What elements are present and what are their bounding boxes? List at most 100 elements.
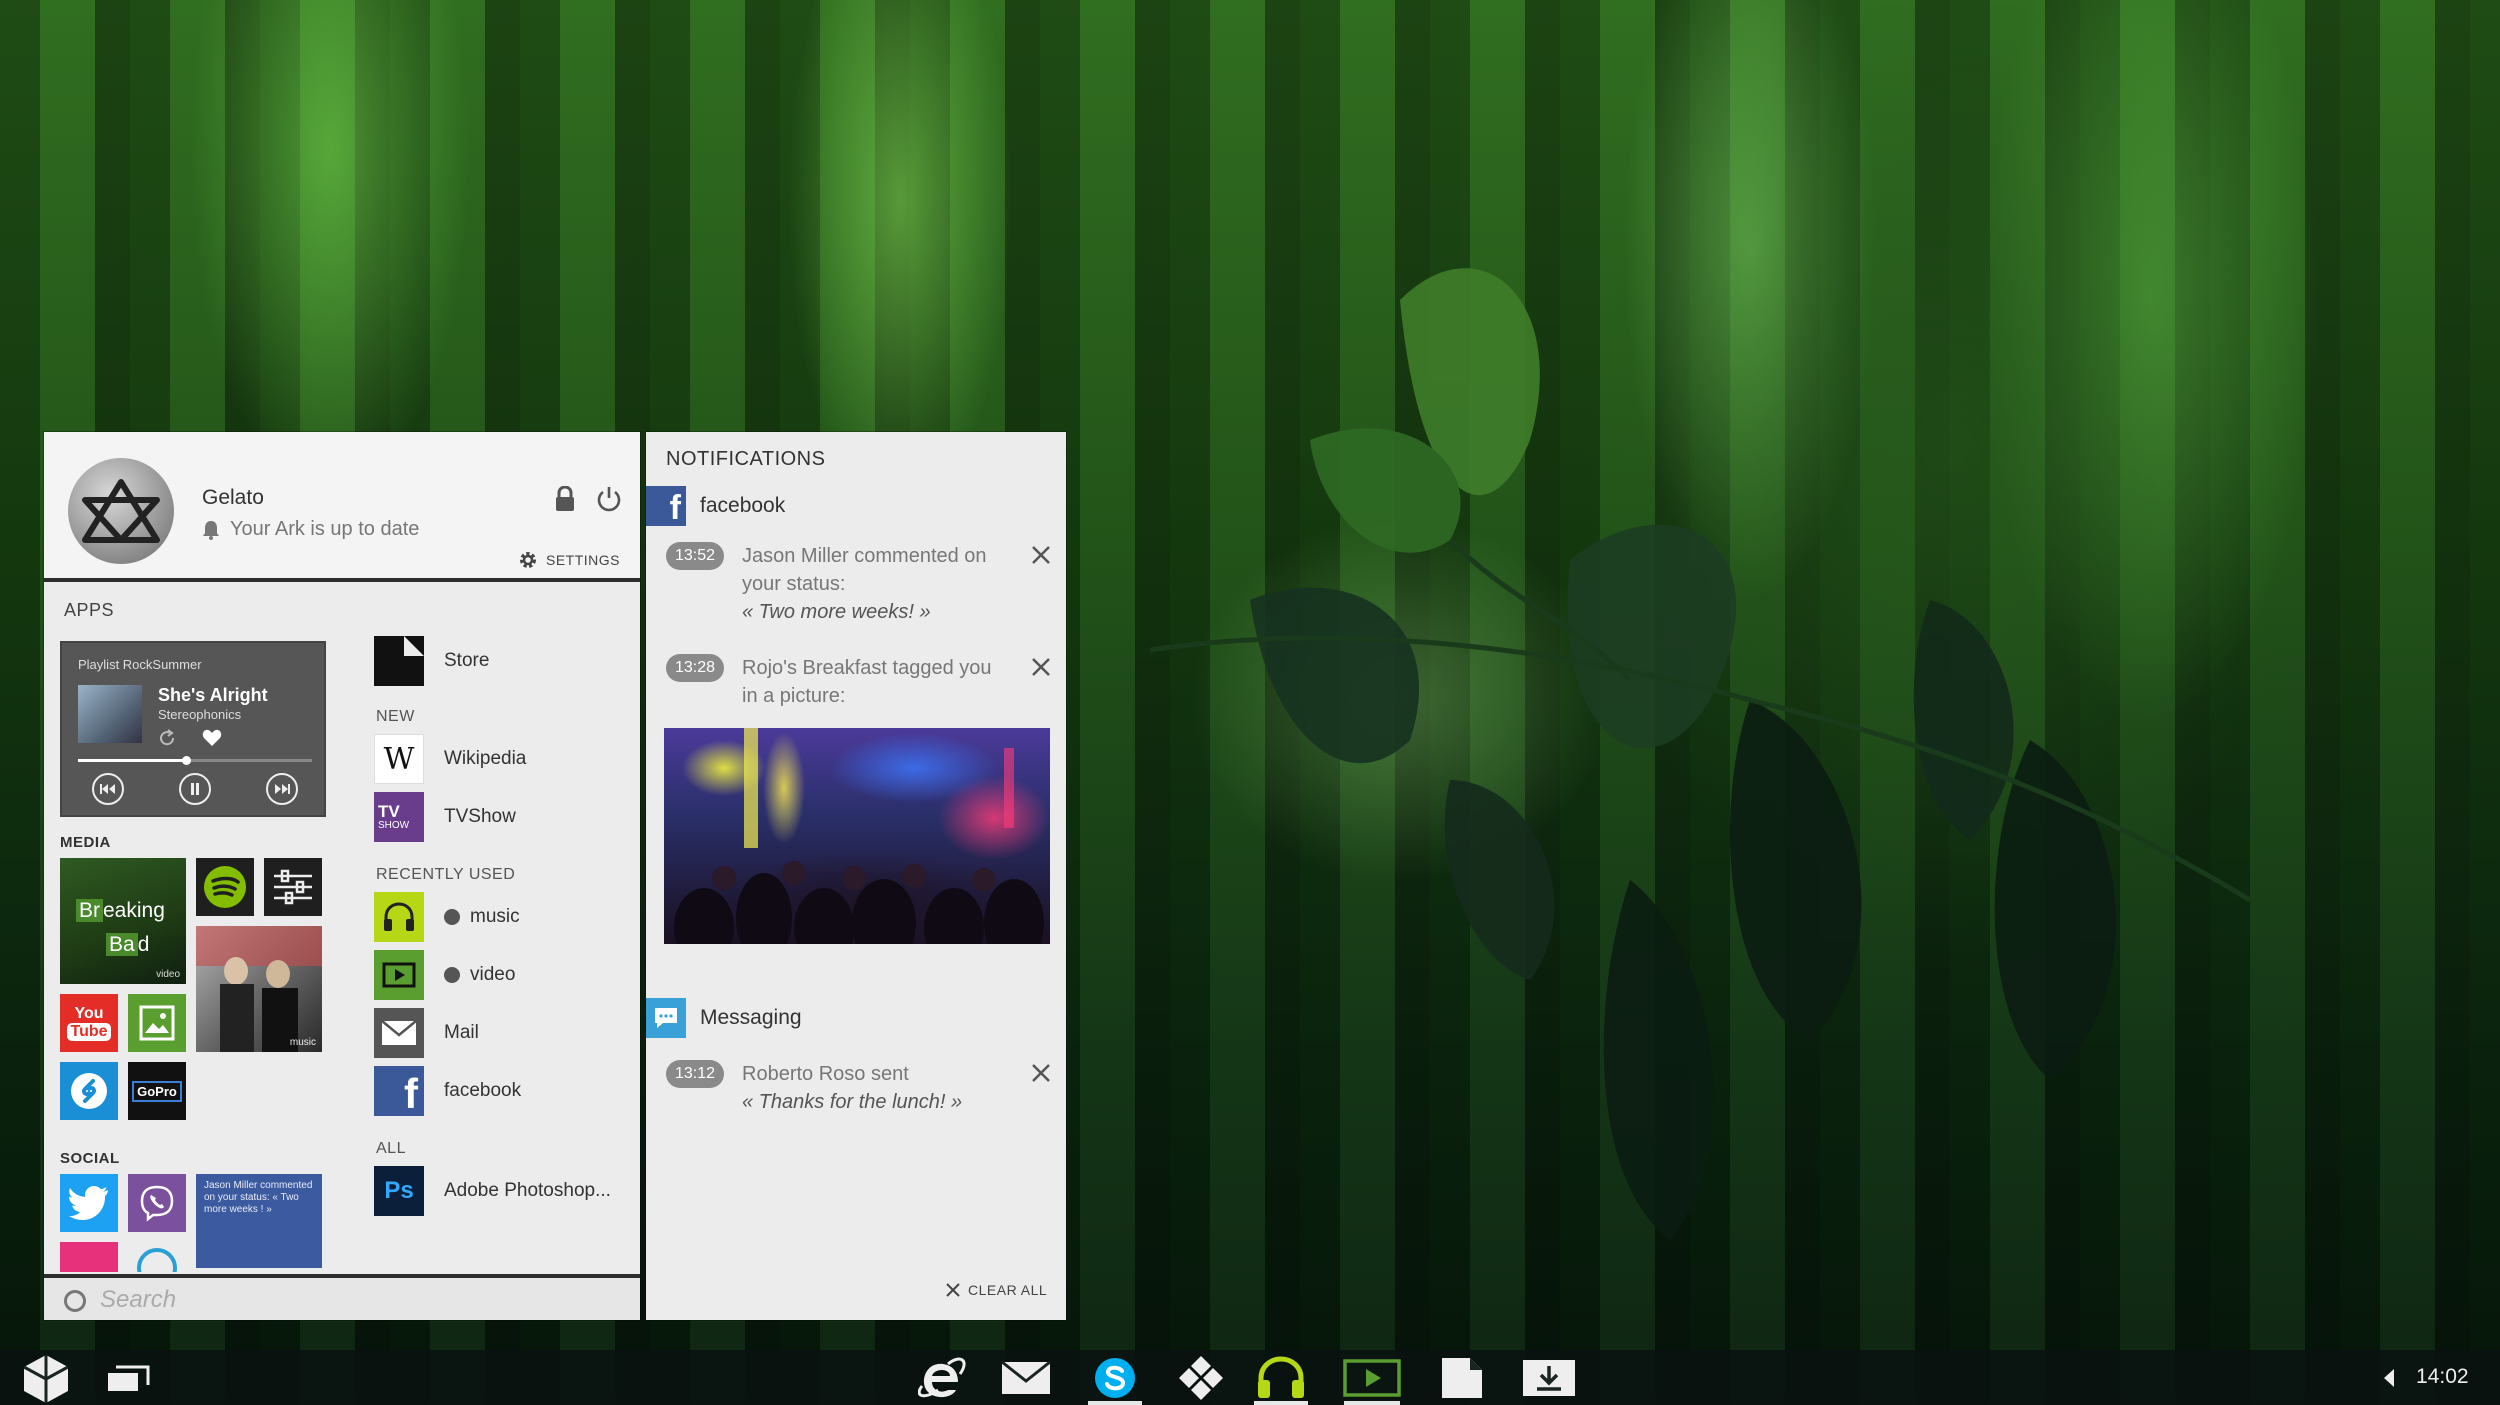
social-tile-partial-2[interactable] [128, 1242, 186, 1272]
active-indicator [1088, 1401, 1142, 1405]
mixer-tile[interactable] [264, 858, 322, 916]
photoshop-icon: Ps [374, 1166, 424, 1216]
notification-time: 13:12 [666, 1060, 724, 1088]
store-icon [1442, 1357, 1482, 1398]
photos-tile[interactable] [128, 994, 186, 1052]
gopro-logo: GoPro [132, 1080, 182, 1102]
social-heading: SOCIAL [60, 1150, 120, 1167]
notification-time: 13:52 [666, 542, 724, 570]
song-artist: Stereophonics [158, 707, 242, 722]
taskbar-games[interactable] [1170, 1350, 1232, 1405]
system-tray-expand[interactable] [2384, 1369, 2394, 1387]
search-icon [64, 1290, 86, 1312]
twitter-tile[interactable] [60, 1174, 118, 1232]
avatar[interactable] [68, 458, 174, 564]
breaking-bad-logo: Br eaking Ba d [76, 894, 165, 962]
messaging-icon [646, 998, 686, 1038]
taskbar-video[interactable] [1340, 1350, 1404, 1405]
notification-text: Jason Miller commented on your status: «… [742, 545, 987, 623]
taskbar-music[interactable] [1250, 1350, 1312, 1405]
playlist-name: Playlist RockSummer [78, 657, 202, 672]
tagged-photo[interactable] [664, 728, 1050, 968]
close-icon[interactable] [1030, 656, 1052, 678]
breaking-bad-tile[interactable]: Br eaking Ba d video [60, 858, 186, 984]
taskbar-download[interactable] [1518, 1350, 1580, 1405]
song-progress-bar[interactable] [78, 756, 312, 765]
viber-tile[interactable] [128, 1174, 186, 1232]
video-app[interactable]: video [374, 950, 515, 1000]
viber-icon [140, 1185, 174, 1222]
song-progress-fill [78, 759, 186, 762]
close-icon[interactable] [1030, 1062, 1052, 1084]
tvshow-icon: TV SHOW [374, 792, 424, 842]
video-icon [1343, 1358, 1401, 1397]
store-app[interactable]: Store [374, 636, 489, 686]
next-button[interactable] [266, 773, 298, 805]
notif-group-messaging-label: Messaging [700, 1006, 802, 1029]
previous-button[interactable] [92, 773, 124, 805]
wikipedia-app[interactable]: W Wikipedia [374, 734, 526, 784]
gopro-tile[interactable]: GoPro [128, 1062, 186, 1120]
recently-used-heading: RECENTLY USED [376, 866, 516, 883]
mail-icon [374, 1008, 424, 1058]
shazam-tile[interactable] [60, 1062, 118, 1120]
party-crowd-photo [674, 728, 1044, 968]
social-notification-text: Jason Miller commented on your status: «… [204, 1180, 313, 1215]
search-input[interactable] [100, 1284, 600, 1316]
social-notification-tile[interactable]: Jason Miller commented on your status: «… [196, 1174, 322, 1268]
repeat-icon[interactable] [158, 729, 176, 747]
music-player-widget[interactable]: Playlist RockSummer She's Alright Stereo… [60, 641, 326, 817]
youtube-tile[interactable]: You Tube [60, 994, 118, 1052]
apps-area: APPS Playlist RockSummer She's Alright S… [44, 586, 640, 1274]
ring-icon [137, 1248, 177, 1272]
headphones-icon [1258, 1355, 1304, 1398]
shazam-icon [71, 1073, 107, 1109]
facebook-app[interactable]: f facebook [374, 1066, 521, 1116]
clear-all-button[interactable]: CLEAR ALL [946, 1282, 1047, 1298]
album-tile[interactable]: music [196, 926, 322, 1052]
settings-button[interactable]: SETTINGS [518, 550, 620, 570]
task-view-button[interactable] [100, 1350, 156, 1405]
start-menu-panel: Gelato Your Ark is up to date SETTINGS A… [44, 432, 640, 1320]
xbox-icon [444, 967, 460, 983]
apps-heading: APPS [64, 600, 115, 620]
notification-quote: « Two more weeks! » [742, 601, 931, 623]
taskbar-store[interactable] [1432, 1350, 1492, 1405]
mail-app[interactable]: Mail [374, 1008, 479, 1058]
mail-icon [1001, 1360, 1051, 1394]
social-tile-partial-1[interactable] [60, 1242, 118, 1272]
download-icon [1523, 1359, 1575, 1396]
heart-icon[interactable] [202, 729, 222, 747]
taskbar-skype[interactable] [1084, 1350, 1146, 1405]
notification-time: 13:28 [666, 654, 724, 682]
tvshow-label: TVShow [444, 806, 516, 827]
bell-icon [203, 520, 219, 540]
profile-header: Gelato Your Ark is up to date SETTINGS [44, 432, 640, 582]
all-heading: ALL [376, 1140, 406, 1157]
band-photo [196, 926, 322, 1052]
photoshop-app[interactable]: Ps Adobe Photoshop... [374, 1166, 611, 1216]
next-icon [275, 784, 290, 794]
settings-label: SETTINGS [546, 552, 621, 568]
active-indicator [1254, 1401, 1308, 1405]
lock-icon[interactable] [554, 486, 576, 512]
close-icon[interactable] [1030, 544, 1052, 566]
start-logo-icon [23, 1354, 69, 1403]
song-progress-knob[interactable] [181, 756, 191, 765]
skype-icon [1095, 1357, 1135, 1398]
music-badge: music [289, 1037, 316, 1048]
clock: 14:02 [2416, 1365, 2469, 1388]
video-badge: video [156, 969, 180, 980]
music-app[interactable]: music [374, 892, 520, 942]
pause-icon [191, 783, 199, 795]
taskbar-mail[interactable] [996, 1350, 1056, 1405]
update-status-text: Your Ark is up to date [230, 518, 420, 540]
pause-button[interactable] [179, 773, 211, 805]
taskbar-internet-explorer[interactable] [912, 1350, 972, 1405]
power-icon[interactable] [596, 486, 622, 512]
facebook-icon: f [374, 1066, 424, 1116]
music-label: music [470, 906, 520, 927]
start-button[interactable] [14, 1350, 78, 1405]
tvshow-app[interactable]: TV SHOW TVShow [374, 792, 516, 842]
spotify-tile[interactable] [196, 858, 254, 916]
